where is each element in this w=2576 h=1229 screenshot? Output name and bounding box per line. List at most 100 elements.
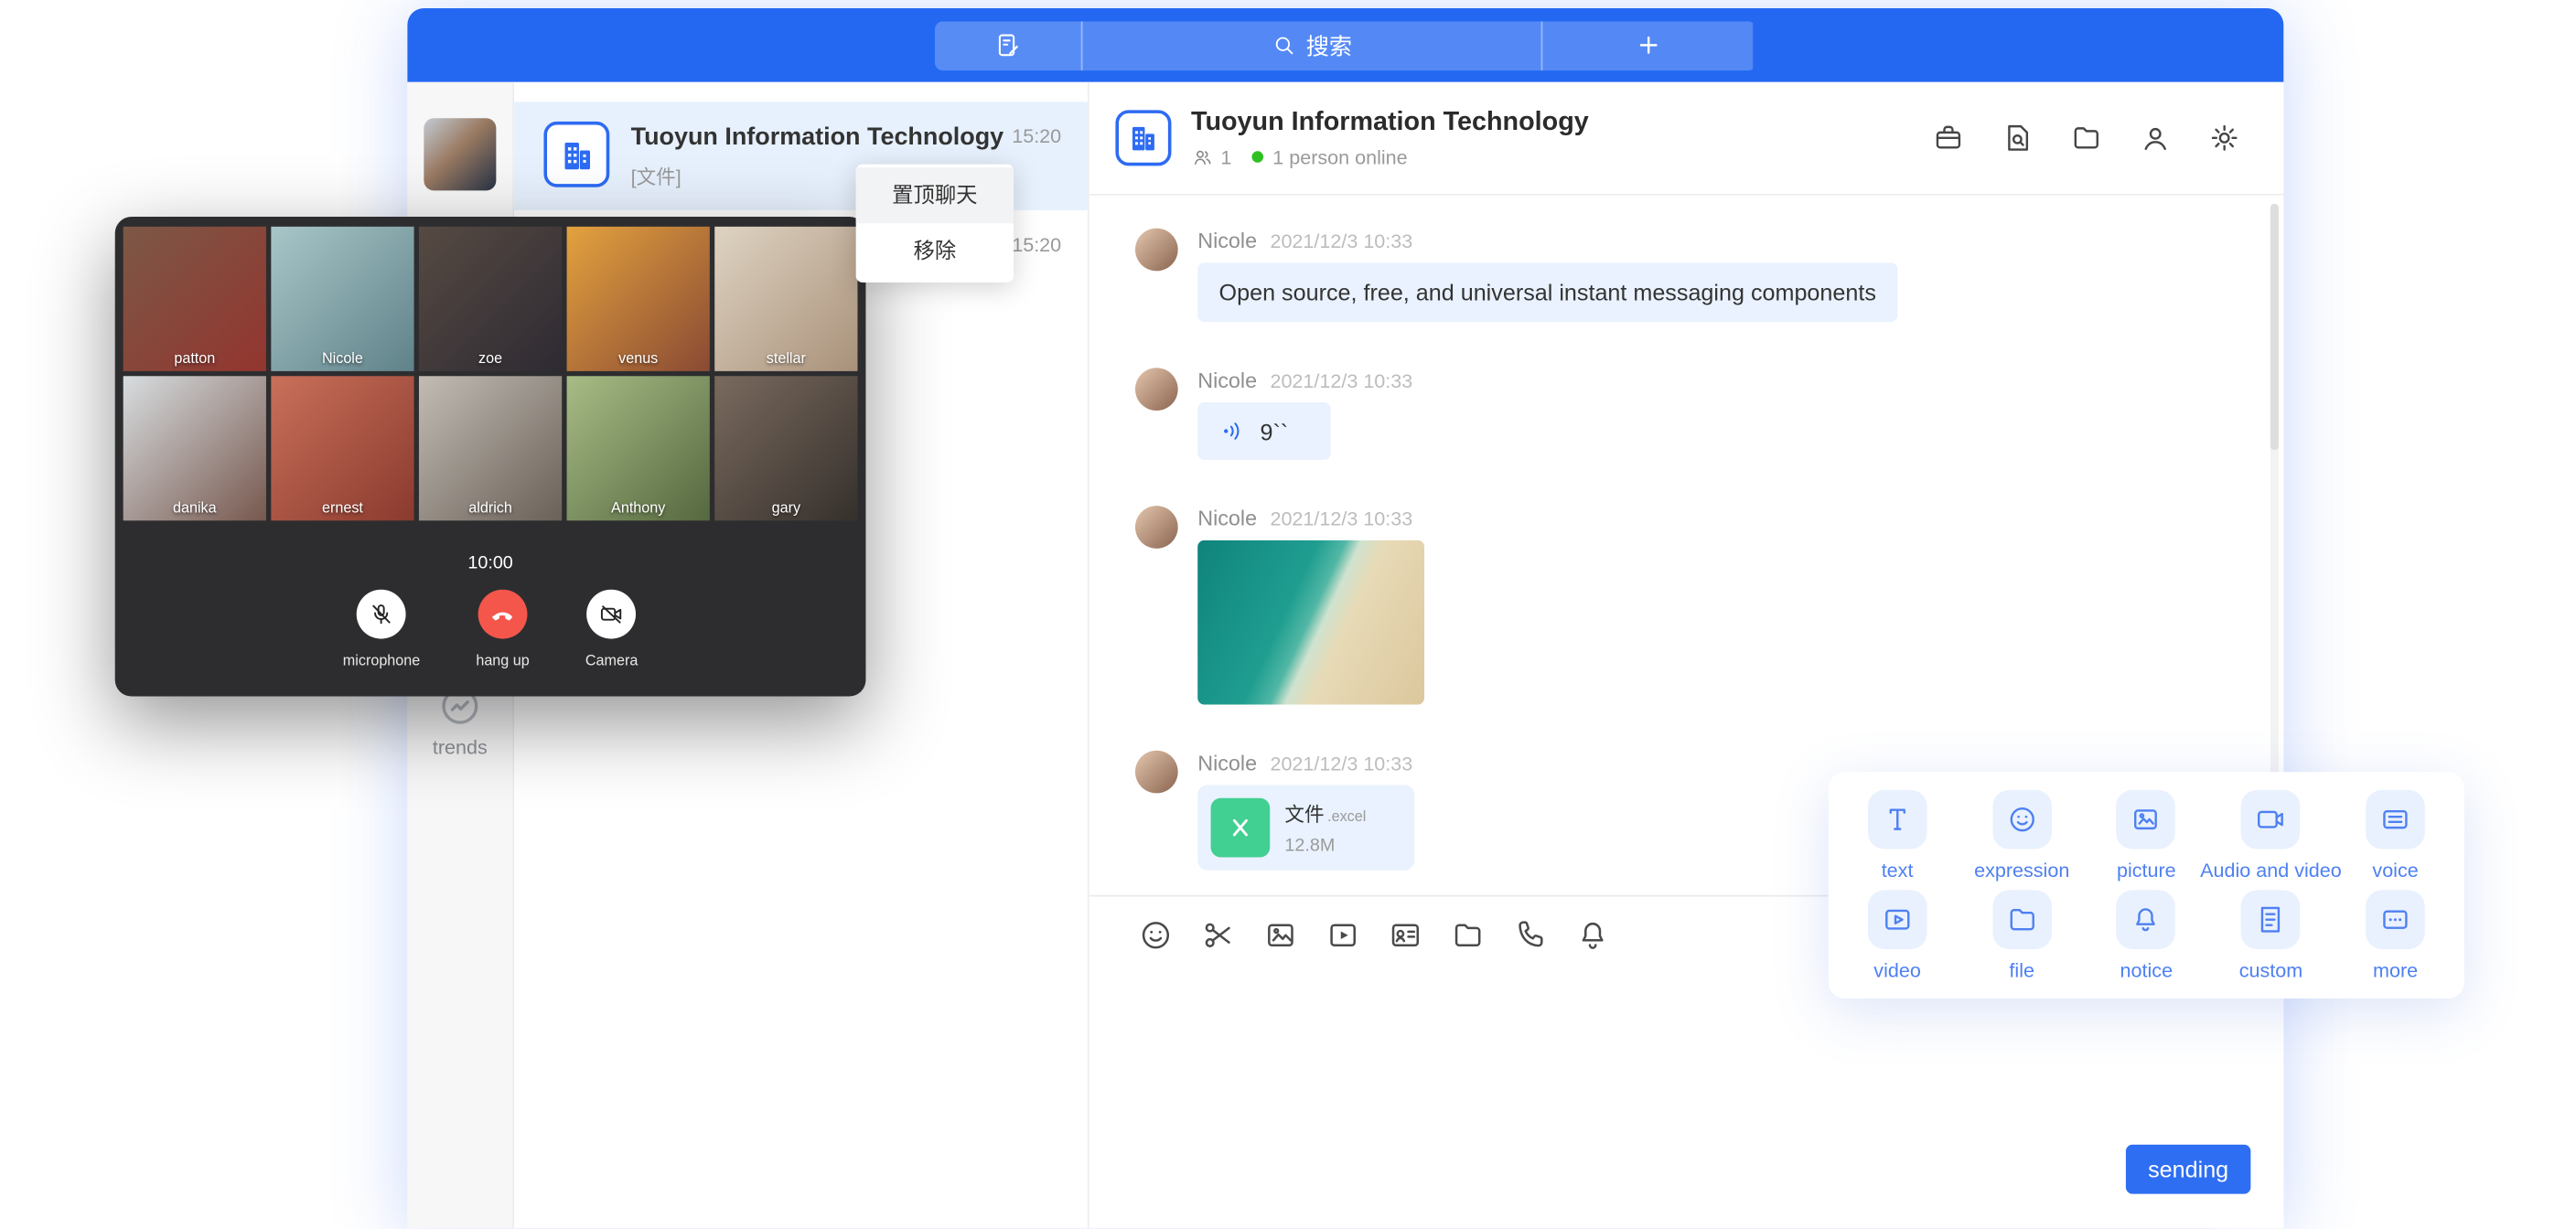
file-button[interactable] <box>1451 918 1486 953</box>
participant-name: aldrich <box>419 499 562 516</box>
gear-icon <box>2208 122 2241 155</box>
sender-name: Nicole <box>1197 751 1257 775</box>
participant-name: Nicole <box>271 350 413 367</box>
participant-tile[interactable]: venus <box>567 227 710 371</box>
message-body: Nicole 2021/12/3 10:33 9`` <box>1197 368 1412 460</box>
panel-item-text[interactable]: text <box>1835 785 1959 885</box>
message-time: 2021/12/3 10:33 <box>1270 508 1412 530</box>
add-button[interactable] <box>1541 20 1754 69</box>
panel-item-custom[interactable]: custom <box>2208 885 2333 986</box>
camera-toggle[interactable]: Camera <box>585 590 638 668</box>
idcard-icon <box>1389 918 1423 953</box>
file-name: 文件 <box>1284 800 1324 828</box>
members-button[interactable] <box>2139 122 2172 155</box>
voice-wave-icon <box>1219 417 1248 445</box>
sender-name: Nicole <box>1197 368 1257 392</box>
mic-toggle[interactable]: microphone <box>343 590 420 668</box>
call-button[interactable] <box>1513 918 1548 953</box>
excel-file-icon <box>1211 798 1271 858</box>
search-input[interactable]: 搜索 <box>1082 20 1540 69</box>
panel-item-file[interactable]: file <box>1959 885 2084 986</box>
hangup-control[interactable]: hang up <box>476 590 529 668</box>
contact-icon <box>2139 122 2172 155</box>
camera-label: Camera <box>585 652 638 668</box>
message-time: 2021/12/3 10:33 <box>1270 753 1412 775</box>
video-icon <box>1326 918 1360 953</box>
panel-item-expression[interactable]: expression <box>1959 785 2084 885</box>
participant-tile[interactable]: aldrich <box>419 376 562 520</box>
app-header: 搜索 <box>407 8 2283 82</box>
panel-item-video[interactable]: video <box>1835 885 1959 986</box>
conversation-time: 15:20 <box>1012 233 1061 256</box>
settings-button[interactable] <box>2208 122 2241 155</box>
panel-item-notice[interactable]: notice <box>2084 885 2208 986</box>
user-avatar[interactable] <box>424 118 496 190</box>
plus-icon <box>1634 31 1662 59</box>
folder-icon <box>2070 122 2103 155</box>
chat-header: Tuoyun Information Technology 1 1 person… <box>1089 82 2284 196</box>
folder-icon <box>1451 918 1486 953</box>
notes-button[interactable] <box>935 20 1083 69</box>
hangup-label: hang up <box>476 652 529 668</box>
sender-avatar[interactable] <box>1135 751 1178 794</box>
participant-tile[interactable]: patton <box>123 227 266 371</box>
hangup-button[interactable] <box>478 590 528 639</box>
emoji-icon <box>1992 789 2052 849</box>
participant-tile[interactable]: danika <box>123 376 266 520</box>
participant-tile[interactable]: Anthony <box>567 376 710 520</box>
video-button[interactable] <box>1326 918 1360 953</box>
search-icon <box>1272 33 1296 58</box>
file-info: 文件 .excel 12.8M <box>1284 800 1366 856</box>
send-button[interactable]: sending <box>2126 1145 2250 1194</box>
panel-item-more[interactable]: more <box>2334 885 2458 986</box>
panel-item-picture[interactable]: picture <box>2084 785 2208 885</box>
screenshot-button[interactable] <box>1201 918 1236 953</box>
participant-tile[interactable]: Nicole <box>271 227 413 371</box>
message-body: Nicole 2021/12/3 10:33 Open source, free… <box>1197 229 1897 322</box>
context-menu-item-remove[interactable]: 移除 <box>856 223 1014 279</box>
text-bubble[interactable]: Open source, free, and universal instant… <box>1197 262 1897 322</box>
sender-avatar[interactable] <box>1135 506 1178 549</box>
voice-icon <box>2366 789 2425 849</box>
files-button[interactable] <box>2070 122 2103 155</box>
panel-item-audio-video[interactable]: Audio and video <box>2208 785 2333 885</box>
announcement-icon <box>1932 122 1965 155</box>
emoji-button[interactable] <box>1139 918 1174 953</box>
notify-button[interactable] <box>1575 918 1610 953</box>
message-head: Nicole 2021/12/3 10:33 <box>1197 229 1897 253</box>
image-button[interactable] <box>1263 918 1298 953</box>
camera-button[interactable] <box>587 590 637 639</box>
context-menu: 置顶聊天 移除 <box>856 165 1014 283</box>
image-message[interactable] <box>1197 540 1424 705</box>
file-message[interactable]: 文件 .excel 12.8M <box>1197 785 1414 870</box>
mic-button[interactable] <box>357 590 406 639</box>
message: Nicole 2021/12/3 10:33 9`` <box>1135 368 2241 460</box>
hangup-icon <box>489 601 516 627</box>
participant-tile[interactable]: stellar <box>714 227 857 371</box>
scrollbar-thumb[interactable] <box>2270 204 2279 450</box>
video-call-window: patton Nicole zoe venus stellar danika e… <box>115 217 866 696</box>
message: Nicole 2021/12/3 10:33 <box>1135 506 2241 704</box>
panel-item-voice[interactable]: voice <box>2334 785 2458 885</box>
sender-name: Nicole <box>1197 229 1257 253</box>
participant-tile[interactable]: gary <box>714 376 857 520</box>
sender-avatar[interactable] <box>1135 229 1178 272</box>
participant-tile[interactable]: ernest <box>271 376 413 520</box>
announcement-button[interactable] <box>1932 122 1965 155</box>
message-head: Nicole 2021/12/3 10:33 <box>1197 368 1412 392</box>
search-history-button[interactable] <box>2001 122 2034 155</box>
sender-avatar[interactable] <box>1135 368 1178 411</box>
context-menu-item-pin[interactable]: 置顶聊天 <box>856 167 1014 223</box>
conversation-time: 15:20 <box>1012 124 1061 147</box>
contact-card-button[interactable] <box>1389 918 1423 953</box>
doc-search-icon <box>2001 122 2034 155</box>
voice-bubble[interactable]: 9`` <box>1197 402 1331 460</box>
participant-tile[interactable]: zoe <box>419 227 562 371</box>
file-size: 12.8M <box>1284 836 1366 856</box>
note-icon <box>994 31 1023 59</box>
participant-name: danika <box>123 499 266 516</box>
chat-title: Tuoyun Information Technology <box>1191 108 1589 137</box>
chat-titles: Tuoyun Information Technology 1 1 person… <box>1191 108 1589 168</box>
camera-off-icon <box>598 601 625 627</box>
participant-name: gary <box>714 499 857 516</box>
